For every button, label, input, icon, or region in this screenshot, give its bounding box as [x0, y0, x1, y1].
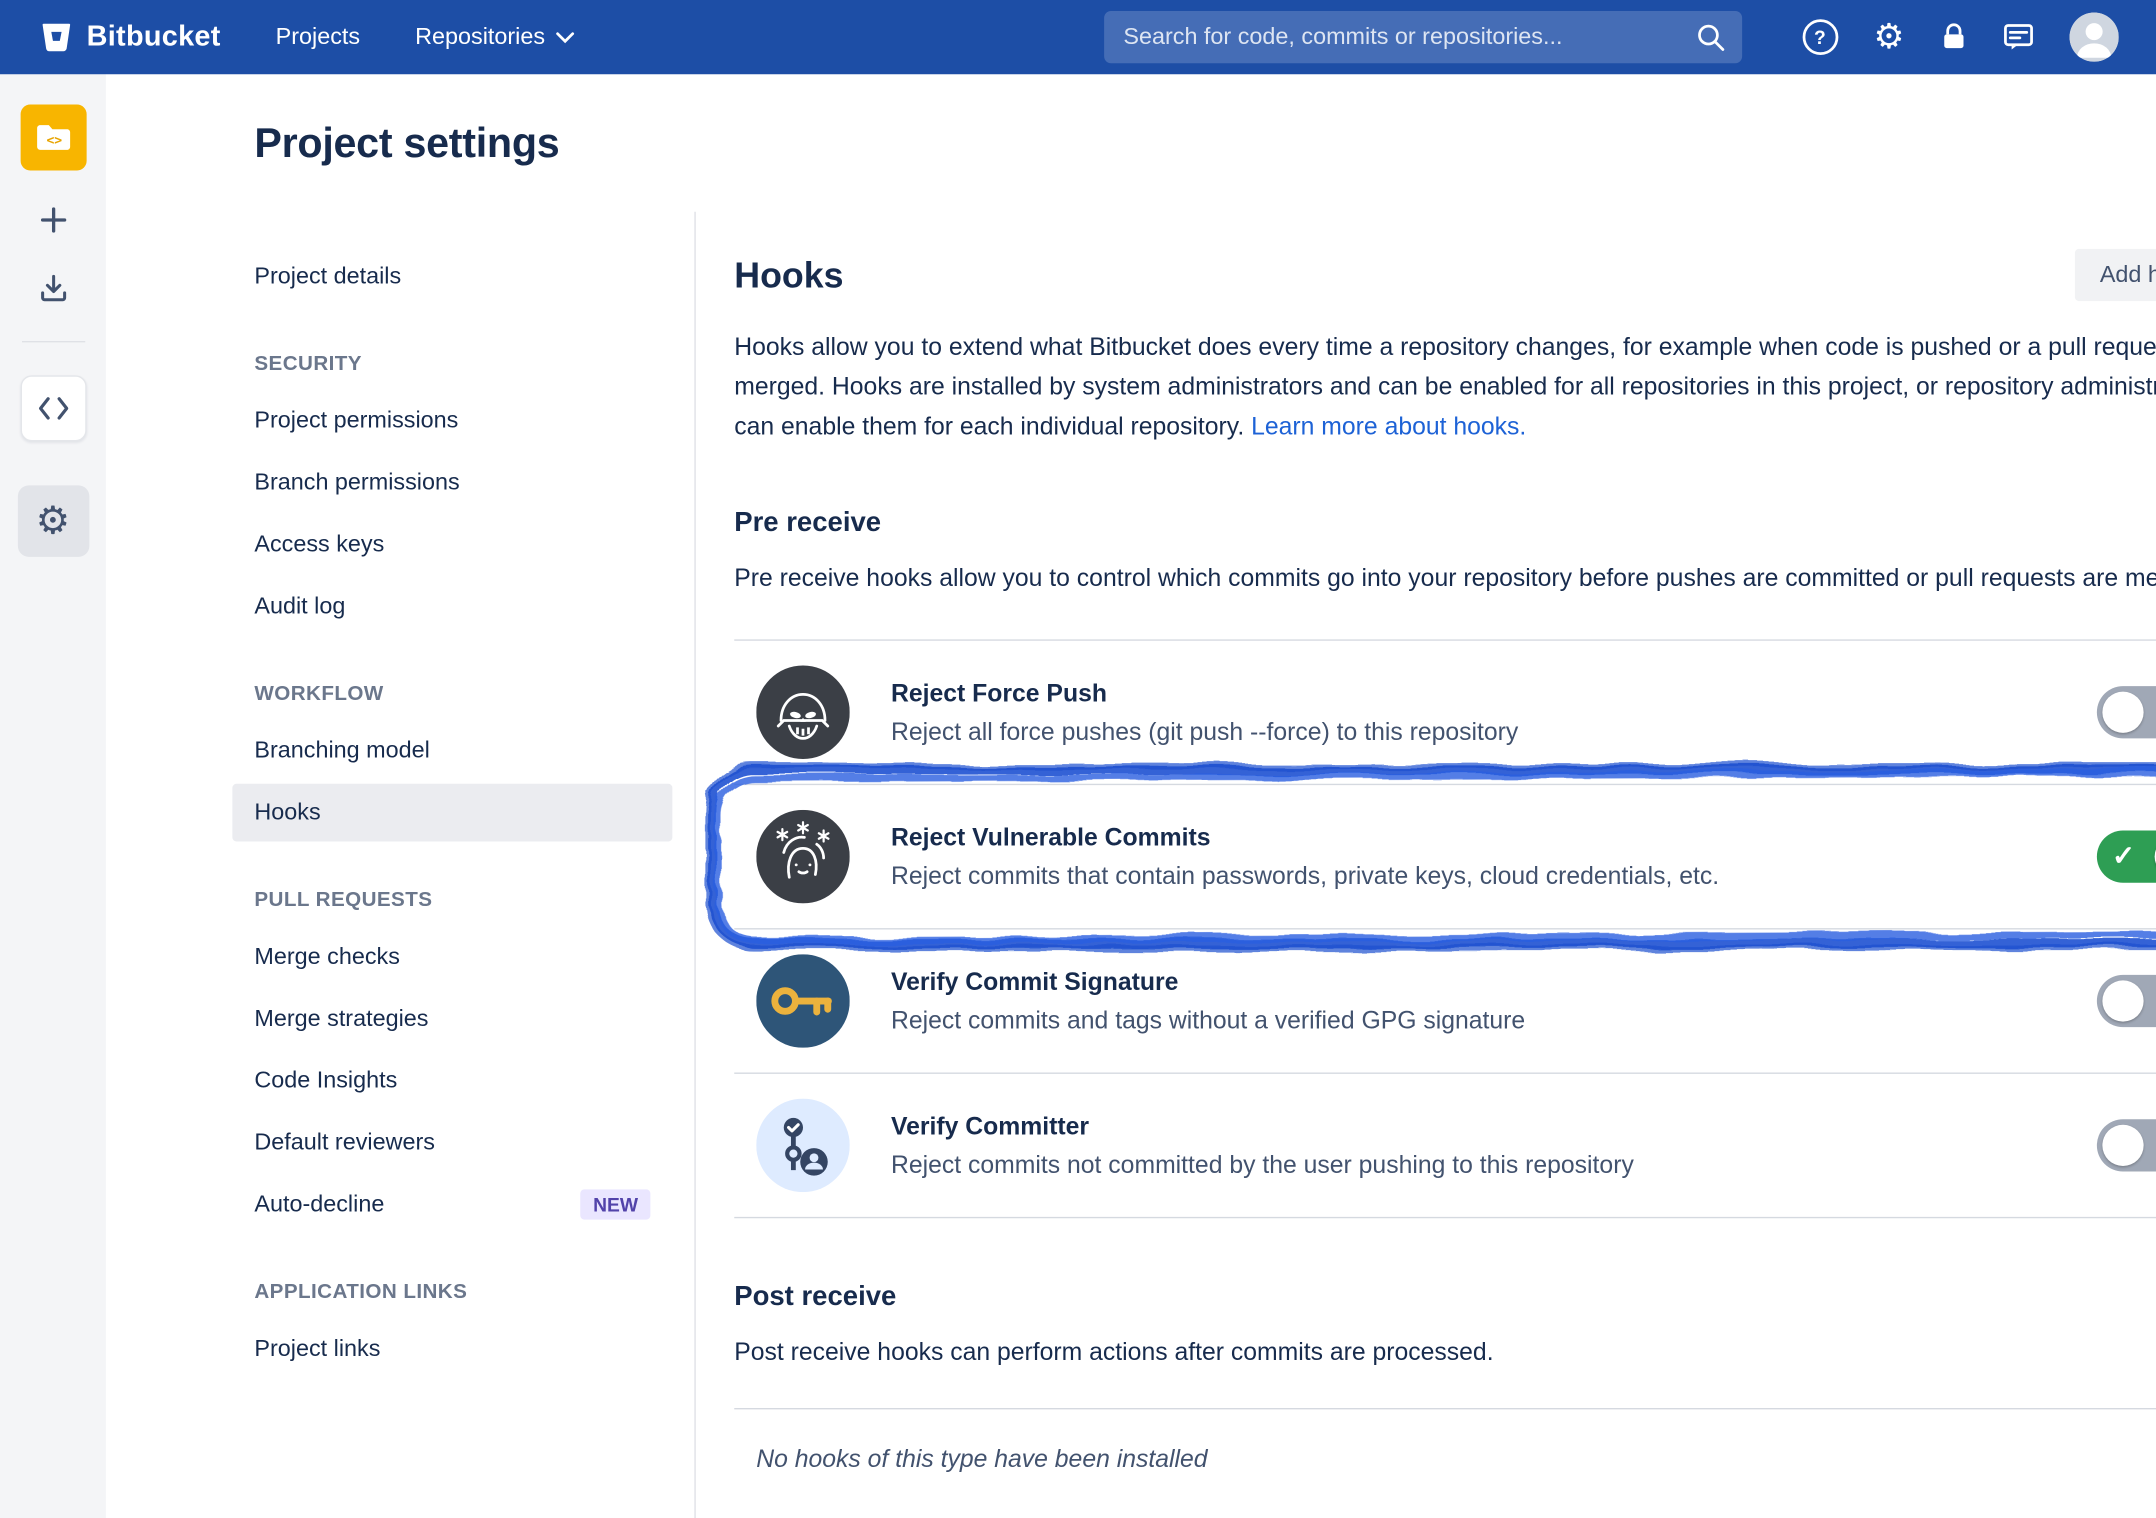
hook-title: Verify Commit Signature: [891, 967, 1525, 996]
svg-text:<>: <>: [46, 133, 62, 148]
darth-vader-icon: [756, 666, 850, 760]
sidebar-item-merge-checks[interactable]: Merge checks: [232, 928, 672, 986]
sidebar-divider: [694, 212, 695, 1518]
pre-receive-description: Pre receive hooks allow you to control w…: [734, 558, 2156, 598]
toggle-knob: [2102, 1125, 2143, 1166]
hook-row-reject-vulnerable-commits: Reject Vulnerable Commits Reject commits…: [734, 785, 2156, 929]
left-icon-rail: <>: [0, 74, 106, 1518]
hook-description: Reject commits that contain passwords, p…: [891, 861, 1719, 890]
sidebar-item-auto-decline[interactable]: Auto-decline NEW: [232, 1176, 672, 1234]
hook-row-reject-force-push: Reject Force Push Reject all force pushe…: [734, 641, 2156, 785]
sidebar-item-default-reviewers[interactable]: Default reviewers: [232, 1114, 672, 1172]
clone-download-button[interactable]: [36, 272, 69, 305]
gear-icon: [36, 502, 71, 541]
brand-name: Bitbucket: [87, 21, 221, 54]
search-icon[interactable]: [1695, 22, 1725, 59]
post-receive-description: Post receive hooks can perform actions a…: [734, 1332, 2156, 1372]
create-button[interactable]: [36, 204, 69, 237]
sidebar-section-security: SECURITY: [232, 352, 672, 375]
settings-icon[interactable]: [1874, 20, 1905, 54]
hooks-heading: Hooks: [734, 254, 843, 297]
pre-receive-hook-list: Reject Force Push Reject all force pushe…: [734, 639, 2156, 1218]
committer-icon: [756, 1099, 850, 1193]
post-receive-empty-message: No hooks of this type have been installe…: [734, 1408, 2156, 1510]
hook-title: Reject Force Push: [891, 679, 1518, 708]
sidebar-item-merge-strategies[interactable]: Merge strategies: [232, 990, 672, 1048]
hook-toggle[interactable]: [2097, 1119, 2156, 1171]
sidebar-item-project-details[interactable]: Project details: [232, 248, 672, 306]
search-container: [1104, 11, 1742, 63]
project-avatar[interactable]: <>: [20, 105, 86, 171]
search-input[interactable]: [1104, 11, 1742, 63]
pre-receive-heading: Pre receive: [734, 507, 2156, 539]
medusa-icon: [756, 810, 850, 904]
bitbucket-project-settings-screen: Bitbucket Projects Repositories: [0, 0, 2156, 1518]
hook-title: Verify Committer: [891, 1112, 1634, 1141]
sidebar-item-project-permissions[interactable]: Project permissions: [232, 392, 672, 450]
hook-toggle[interactable]: [2097, 831, 2156, 883]
sidebar-item-audit-log[interactable]: Audit log: [232, 578, 672, 636]
add-hook-button[interactable]: Add hook: [2075, 249, 2156, 301]
learn-more-link[interactable]: Learn more about hooks.: [1251, 413, 1526, 441]
key-icon: [756, 954, 850, 1048]
hook-row-verify-committer: Verify Committer Reject commits not comm…: [734, 1074, 2156, 1218]
help-icon[interactable]: [1802, 19, 1838, 55]
project-folder-icon: <>: [32, 117, 73, 158]
sidebar-section-workflow: WORKFLOW: [232, 682, 672, 705]
code-brackets-icon: [36, 395, 69, 423]
new-badge: NEW: [581, 1189, 651, 1219]
sidebar-section-pull-requests: PULL REQUESTS: [232, 888, 672, 911]
nav-projects[interactable]: Projects: [276, 23, 360, 51]
project-settings-button[interactable]: [17, 485, 89, 557]
bitbucket-bucket-icon: [39, 19, 75, 55]
plus-icon: [36, 204, 69, 237]
bitbucket-logo[interactable]: Bitbucket: [39, 19, 221, 55]
sidebar-item-branch-permissions[interactable]: Branch permissions: [232, 454, 672, 512]
sidebar-item-project-links[interactable]: Project links: [232, 1320, 672, 1378]
hooks-panel: Hooks Add hook Hooks allow you to extend…: [734, 248, 2156, 1510]
hook-description: Reject commits not committed by the user…: [891, 1150, 1634, 1179]
sidebar-item-auto-decline-label: Auto-decline: [254, 1191, 384, 1219]
page-title: Project settings: [254, 121, 559, 168]
hook-toggle[interactable]: [2097, 686, 2156, 738]
hooks-intro: Hooks allow you to extend what Bitbucket…: [734, 327, 2156, 447]
nav-repositories[interactable]: Repositories: [415, 23, 575, 51]
hook-description: Reject all force pushes (git push --forc…: [891, 717, 1518, 746]
sidebar-item-hooks[interactable]: Hooks: [232, 784, 672, 842]
feedback-icon[interactable]: [2003, 23, 2033, 51]
user-avatar[interactable]: [2069, 12, 2119, 62]
toggle-knob: [2102, 980, 2143, 1021]
sidebar-item-code-insights[interactable]: Code Insights: [232, 1052, 672, 1110]
chevron-down-icon: [556, 31, 575, 43]
sidebar-section-application-links: APPLICATION LINKS: [232, 1280, 672, 1303]
hook-toggle[interactable]: [2097, 975, 2156, 1027]
hook-description: Reject commits and tags without a verifi…: [891, 1006, 1525, 1035]
toggle-knob: [2102, 692, 2143, 733]
rail-divider: [21, 341, 84, 342]
nav-repositories-label: Repositories: [415, 23, 545, 51]
source-code-button[interactable]: [20, 375, 86, 441]
nav-projects-label: Projects: [276, 23, 360, 51]
page-content: Project settings Project details SECURIT…: [106, 74, 2156, 1518]
top-navigation: Bitbucket Projects Repositories: [0, 0, 2156, 74]
sidebar-item-access-keys[interactable]: Access keys: [232, 516, 672, 574]
post-receive-heading: Post receive: [734, 1282, 2156, 1314]
settings-sidebar: Project details SECURITY Project permiss…: [232, 248, 672, 1382]
sidebar-item-branching-model[interactable]: Branching model: [232, 722, 672, 780]
hook-title: Reject Vulnerable Commits: [891, 823, 1719, 852]
download-icon: [36, 272, 69, 305]
lock-icon[interactable]: [1940, 22, 1968, 52]
hook-row-verify-commit-signature: Verify Commit Signature Reject commits a…: [734, 930, 2156, 1074]
